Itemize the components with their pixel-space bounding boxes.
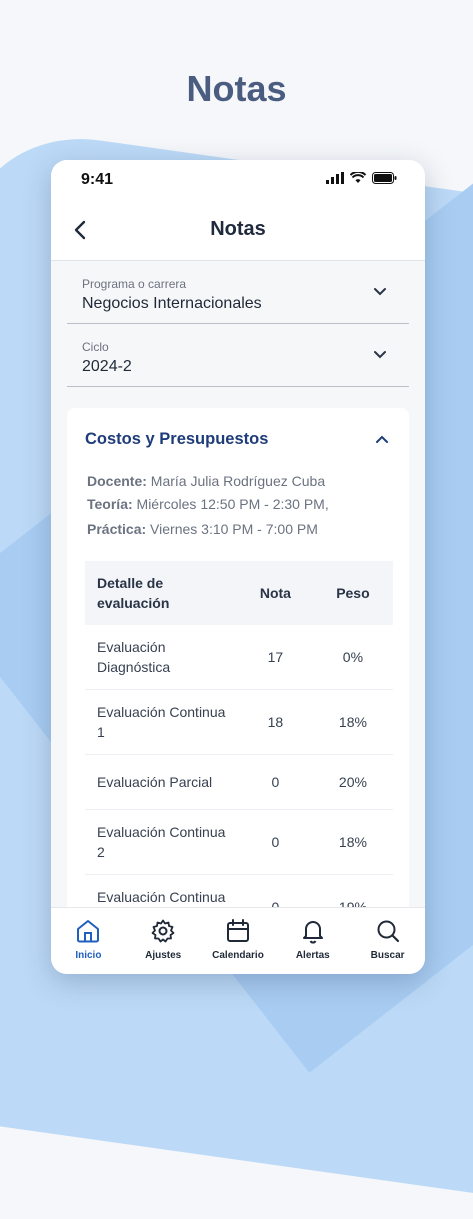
course-card: Costos y Presupuestos Docente: María Jul… <box>67 408 409 974</box>
tab-inicio[interactable]: Inicio <box>51 908 126 974</box>
column-header-weight: Peso <box>312 561 393 625</box>
teoria-value: Miércoles 12:50 PM - 2:30 PM, <box>136 496 329 512</box>
tab-label: Buscar <box>370 950 405 961</box>
table-row: Evaluación Parcial 0 20% <box>85 754 393 810</box>
calendar-icon <box>226 919 249 942</box>
bottom-tab-bar: Inicio Ajustes Calendario Alertas Buscar <box>51 907 425 974</box>
tab-label: Calendario <box>212 950 264 961</box>
battery-icon <box>372 172 397 184</box>
cycle-select-label: Ciclo <box>82 340 109 354</box>
page-title: Notas <box>210 218 266 240</box>
program-select-label: Programa o carrera <box>82 277 187 291</box>
status-bar: 9:41 <box>51 160 425 200</box>
table-row: Evaluación Continua 1 18 18% <box>85 689 393 755</box>
wifi-icon <box>350 172 366 183</box>
row-detail: Evaluación Continua 1 <box>85 689 238 755</box>
tab-label: Inicio <box>75 950 102 961</box>
row-detail: Evaluación Parcial <box>85 754 238 810</box>
course-title[interactable]: Costos y Presupuestos <box>85 430 268 449</box>
tab-label: Ajustes <box>145 950 182 961</box>
chevron-down-icon <box>374 351 386 359</box>
home-icon <box>77 920 100 943</box>
column-header-detail: Detalle de evaluación <box>85 561 238 625</box>
table-header-row: Detalle de evaluación Nota Peso <box>85 561 393 625</box>
tab-buscar[interactable]: Buscar <box>350 908 425 974</box>
docente-label: Docente: <box>87 473 147 489</box>
practica-label: Práctica: <box>87 521 147 537</box>
row-weight: 20% <box>312 754 393 810</box>
row-grade: 0 <box>238 754 313 810</box>
cycle-select-value: 2024-2 <box>82 358 132 375</box>
row-grade: 18 <box>238 689 313 755</box>
hero-title: Notas <box>186 68 287 109</box>
signal-icon <box>326 172 344 184</box>
phone-frame: 9:41 Notas Programa o carrera Negocios I… <box>51 160 425 974</box>
table-row: Evaluación Diagnóstica 17 0% <box>85 625 393 690</box>
status-icons <box>326 172 397 184</box>
row-detail: Evaluación Continua 2 <box>85 809 238 875</box>
program-select[interactable]: Programa o carrera Negocios Internaciona… <box>67 261 409 324</box>
tab-label: Alertas <box>295 950 330 961</box>
teoria-info: Teoría: Miércoles 12:50 PM - 2:30 PM, <box>87 496 329 512</box>
grades-table: Detalle de evaluación Nota Peso Evaluaci… <box>85 561 393 940</box>
program-select-value: Negocios Internacionales <box>82 295 262 312</box>
practica-info: Práctica: Viernes 3:10 PM - 7:00 PM <box>87 521 318 537</box>
docente-value: María Julia Rodríguez Cuba <box>150 473 326 489</box>
chevron-up-icon[interactable] <box>375 434 389 444</box>
gear-icon <box>151 919 175 943</box>
cycle-select[interactable]: Ciclo 2024-2 <box>67 324 409 387</box>
row-grade: 17 <box>238 625 313 690</box>
practica-value: Viernes 3:10 PM - 7:00 PM <box>150 521 318 537</box>
row-weight: 18% <box>312 809 393 875</box>
nav-header: Notas <box>51 200 425 261</box>
table-row: Evaluación Continua 2 0 18% <box>85 809 393 875</box>
row-weight: 18% <box>312 689 393 755</box>
tab-alertas[interactable]: Alertas <box>275 908 350 974</box>
row-weight: 0% <box>312 625 393 690</box>
row-grade: 0 <box>238 809 313 875</box>
docente-info: Docente: María Julia Rodríguez Cuba <box>87 473 325 489</box>
chevron-down-icon <box>374 288 386 296</box>
search-icon <box>377 920 399 943</box>
bell-icon <box>302 921 323 944</box>
tab-calendario[interactable]: Calendario <box>201 908 276 974</box>
teoria-label: Teoría: <box>87 496 133 512</box>
row-detail: Evaluación Diagnóstica <box>85 625 238 690</box>
status-time: 9:41 <box>81 171 114 188</box>
tab-ajustes[interactable]: Ajustes <box>126 908 201 974</box>
column-header-grade: Nota <box>238 561 313 625</box>
